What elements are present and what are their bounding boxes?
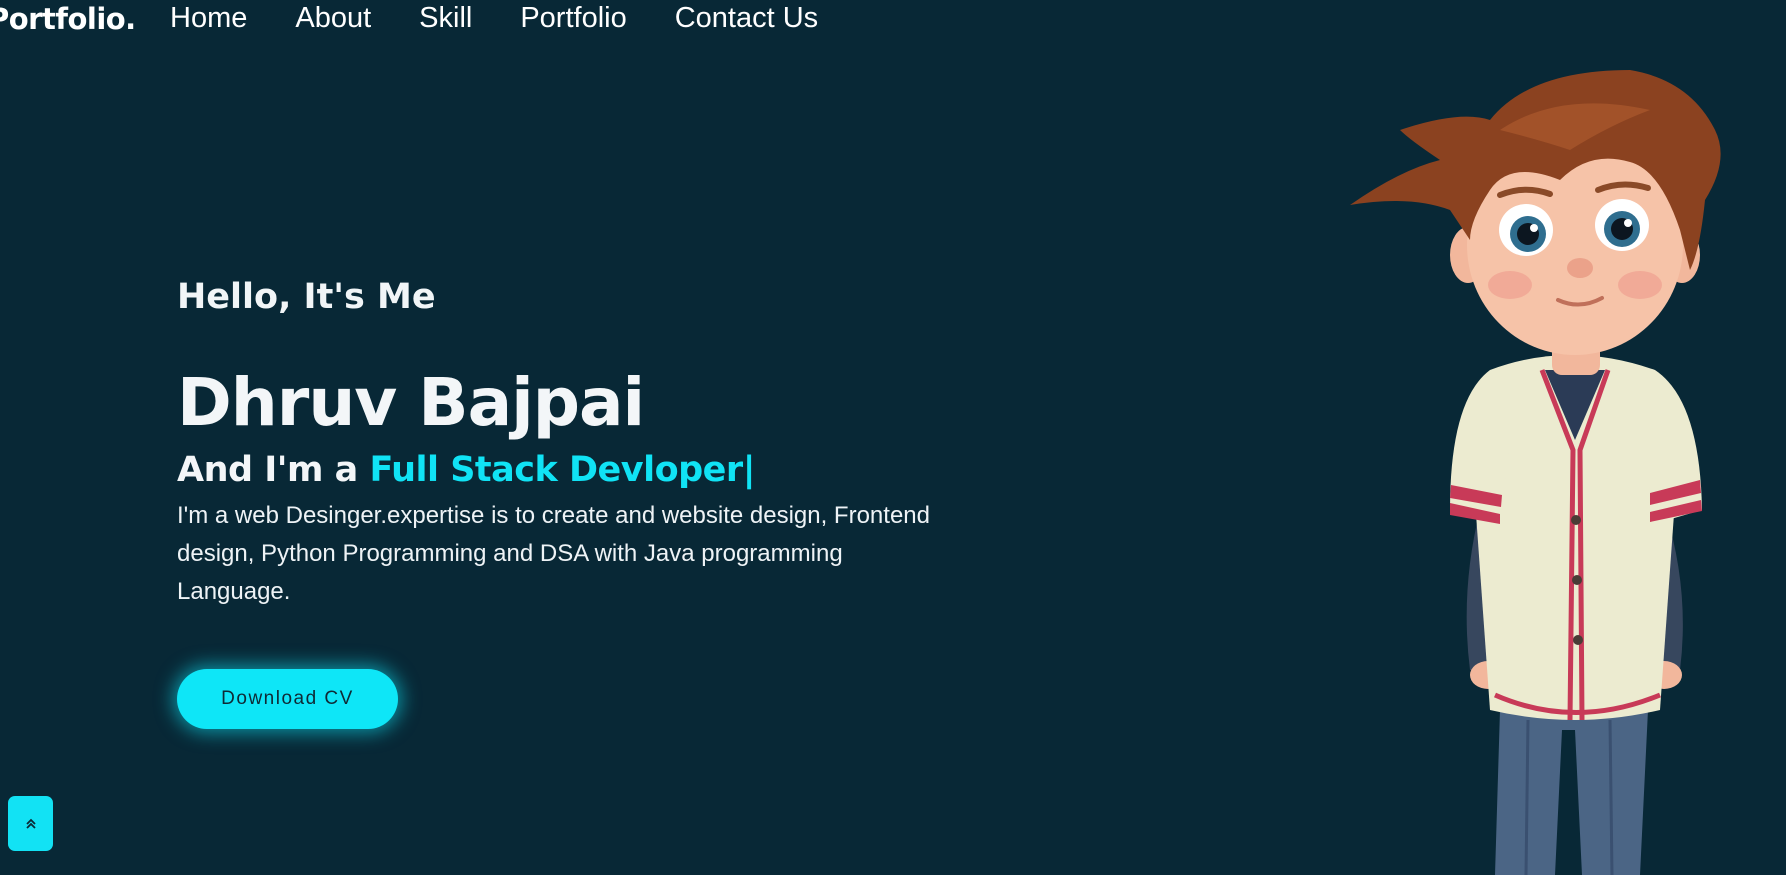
hero-description: I'm a web Desinger.expertise is to creat… — [177, 502, 930, 605]
nav-contact-us[interactable]: Contact Us — [675, 2, 818, 35]
nav-portfolio[interactable]: Portfolio — [520, 2, 626, 35]
nav-about[interactable]: About — [295, 2, 371, 35]
typing-caret: | — [742, 450, 756, 490]
double-chevron-up-icon — [25, 818, 36, 829]
role-prefix: And I'm a — [177, 450, 370, 490]
hero-greeting: Hello, It's Me — [177, 277, 436, 317]
hero-role: And I'm a Full Stack Devloper| — [177, 445, 957, 495]
site-header: Portfolio. Home About Skill Portfolio Co… — [0, 0, 1786, 40]
back-to-top-button[interactable] — [8, 796, 53, 851]
role-highlight: Full Stack Devloper — [369, 450, 743, 490]
nav-skill[interactable]: Skill — [419, 2, 472, 35]
hero-name: Dhruv Bajpai — [177, 364, 645, 441]
character-illustration — [1350, 70, 1721, 875]
site-logo[interactable]: Portfolio. — [0, 2, 136, 36]
download-cv-button[interactable]: Download CV — [177, 669, 398, 729]
nav-home[interactable]: Home — [170, 2, 247, 35]
portfolio-page: Portfolio. Home About Skill Portfolio Co… — [0, 0, 1786, 875]
hero-section: Hello, It's Me Dhruv Bajpai And I'm a Fu… — [177, 270, 957, 611]
main-nav: Home About Skill Portfolio Contact Us — [170, 2, 866, 35]
